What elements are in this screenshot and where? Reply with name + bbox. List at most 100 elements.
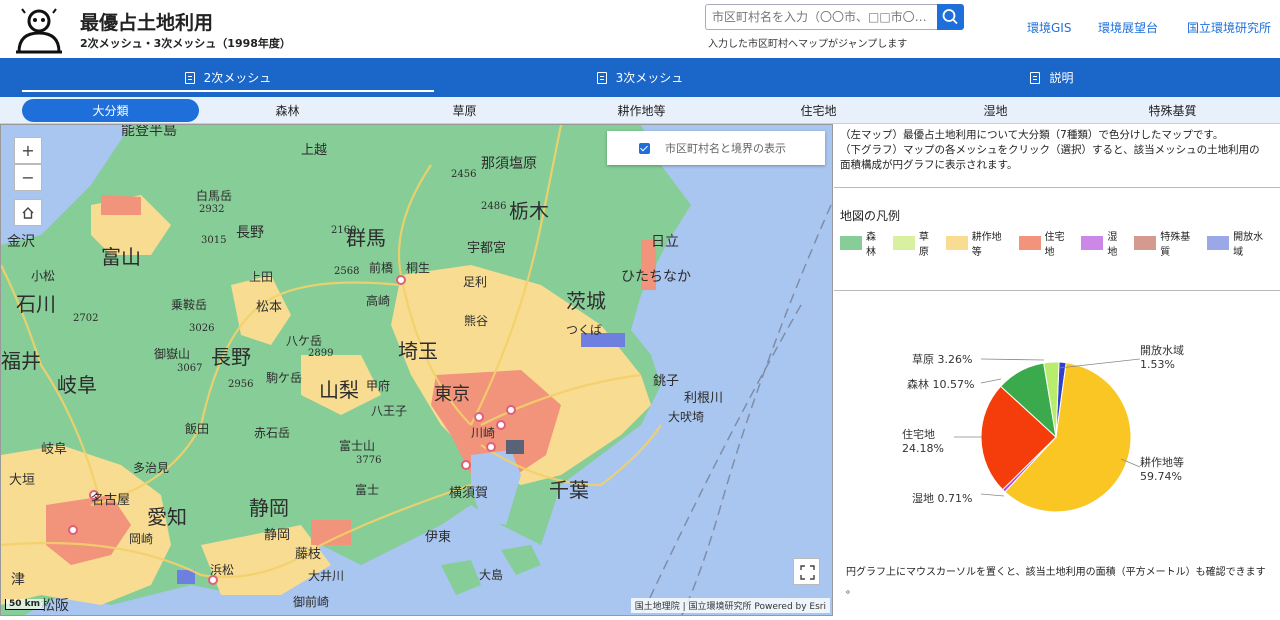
map-place-label: 岐阜 [41, 442, 68, 457]
description-line: （左マップ）最優占土地利用について大分類（7種類）で色分けしたマップです。 [840, 129, 1224, 141]
map-scale-bar: 50 km [5, 599, 45, 610]
main-tabs: 2次メッシュ 3次メッシュ 説明 [0, 58, 1280, 97]
map-place-label: 横須賀 [449, 486, 489, 501]
map-place-label: 八王子 [371, 404, 408, 418]
legend-item: 特殊基質 [1134, 228, 1200, 258]
link-env-gis[interactable]: 環境GIS [1027, 19, 1071, 36]
pie-label-name: 湿地 [912, 492, 934, 505]
map-place-label: 利根川 [684, 391, 724, 406]
legend-title: 地図の凡例 [840, 209, 901, 223]
map-place-label: 石川 [16, 292, 56, 316]
tab-3rd-mesh[interactable]: 3次メッシュ [434, 58, 846, 97]
map-place-label: 松阪 [41, 598, 69, 614]
map-place-label: 2568 [334, 266, 360, 277]
description-line: 面積構成が円グラフに表示されます。 [840, 159, 1018, 171]
map-place-label: 東京 [434, 384, 470, 405]
map-place-label: 3776 [356, 455, 382, 466]
pie-label: 草原 3.26% [912, 351, 972, 367]
map-place-label: 静岡 [249, 496, 289, 520]
map-place-label: 上越 [301, 143, 328, 158]
pie-label-value: 24.18% [902, 442, 944, 455]
subtab-special-substrate[interactable]: 特殊基質 [1084, 99, 1261, 122]
map-place-label: 銚子 [653, 374, 680, 389]
map-legend: 森林 草原 耕作地等 住宅地 湿地 特殊基質 開放水域 [840, 228, 1280, 258]
map-place-label: 高崎 [366, 294, 391, 308]
boundary-layer-toggle[interactable]: 市区町村名と境界の表示 [607, 131, 825, 165]
subtab-cropland[interactable]: 耕作地等 [553, 99, 730, 122]
map-place-label: 伊東 [425, 530, 452, 545]
subtab-grassland[interactable]: 草原 [376, 99, 553, 122]
map-canvas[interactable] [1, 125, 833, 616]
site-title: 最優占土地利用 [80, 12, 214, 34]
map-place-label: 長野 [211, 345, 251, 369]
map-place-label: 名古屋 [91, 493, 131, 508]
tab-explanation[interactable]: 説明 [846, 58, 1258, 97]
pie-hover-note: 円グラフ上にマウスカーソルを置くと、該当土地利用の面積（平方メートル）も確認でき… [846, 564, 1276, 600]
link-env-tenbodai[interactable]: 環境展望台 [1098, 19, 1158, 36]
map-place-label: 埼玉 [398, 339, 438, 363]
legend-label: 特殊基質 [1160, 232, 1191, 258]
pie-label-name: 耕作地等 [1140, 456, 1184, 469]
pie-note-text: 円グラフ上にマウスカーソルを置くと、該当土地利用の面積（平方メートル）も確認でき… [846, 567, 1266, 578]
map-place-label: 2456 [451, 169, 477, 180]
map-place-label: 群馬 [346, 226, 386, 250]
pie-label-value: 59.74% [1140, 470, 1182, 483]
link-nies[interactable]: 国立環境研究所 [1187, 19, 1271, 36]
map-place-label: 2702 [73, 313, 99, 324]
pie-label-leader [980, 493, 1005, 497]
panel-divider [834, 290, 1280, 291]
map-place-label: 愛知 [147, 505, 187, 529]
pie-label-value: 3.26% [937, 353, 973, 366]
legend-item: 住宅地 [1018, 228, 1075, 258]
map-place-label: 静岡 [264, 528, 291, 543]
legend-item: 湿地 [1081, 228, 1127, 258]
map-place-label: 駒ケ岳 [266, 371, 303, 385]
site-header: 最優占土地利用 2次メッシュ・3次メッシュ（1998年度） 入力した市区町村へマ… [0, 0, 1280, 58]
map-place-label: 上田 [249, 270, 274, 284]
map-place-label: 3015 [201, 235, 227, 246]
map-place-label: 飯田 [185, 422, 210, 436]
legend-swatch [1081, 236, 1104, 250]
water-patch [177, 570, 195, 584]
search-button[interactable] [937, 4, 964, 30]
map-place-label: 大島 [479, 568, 504, 582]
island [441, 560, 481, 595]
map-place-label: 前橋 [369, 261, 394, 275]
pie-note-suffix: 。 [846, 585, 856, 596]
legend-swatch [1207, 236, 1230, 250]
legend-item: 草原 [892, 228, 939, 258]
map-place-label: 2486 [481, 201, 507, 212]
map-place-label: 茨城 [566, 289, 606, 313]
home-button[interactable] [14, 199, 42, 226]
pie-label-leader [980, 358, 1045, 361]
fullscreen-button[interactable] [793, 558, 820, 585]
pie-label-name: 開放水域 [1140, 344, 1184, 357]
search-hint: 入力した市区町村へマップがジャンプします [708, 39, 908, 50]
map-place-label: 岡崎 [129, 532, 154, 546]
map-place-label: 八ケ岳 [286, 334, 323, 348]
map-place-label: 松本 [256, 300, 283, 315]
pie-label-name: 住宅地 [902, 428, 935, 441]
legend-item: 耕作地等 [945, 228, 1012, 258]
active-tab-indicator [22, 90, 434, 92]
zoom-out-button[interactable]: − [14, 164, 42, 191]
map-place-label: 藤枝 [295, 547, 322, 562]
legend-label: 草原 [918, 232, 929, 258]
subtab-wetland[interactable]: 湿地 [907, 99, 1084, 122]
subtab-residential[interactable]: 住宅地 [730, 99, 907, 122]
subtab-forest[interactable]: 森林 [199, 99, 376, 122]
legend-swatch [1134, 236, 1157, 250]
zoom-in-button[interactable]: + [14, 137, 42, 164]
pie-label-value: 10.57% [932, 378, 975, 391]
subtab-major-category[interactable]: 大分類 [22, 99, 199, 122]
map-place-label: 日立 [651, 234, 679, 250]
pie-label-name: 草原 [912, 353, 934, 366]
land-use-pie-chart[interactable] [834, 294, 1280, 554]
checkbox-checked-icon[interactable] [639, 143, 650, 154]
municipality-search-input[interactable] [705, 4, 937, 30]
map-place-label: 2932 [199, 204, 225, 215]
map-place-label: 甲府 [366, 379, 391, 393]
land-use-map[interactable]: 能登半島 上越 那須塩原 白馬岳 2932 2456 2486 栃木 金沢 3015 長野 2160 群… [0, 124, 833, 616]
map-place-label: 3067 [177, 363, 203, 374]
map-place-label: 3026 [189, 323, 215, 334]
